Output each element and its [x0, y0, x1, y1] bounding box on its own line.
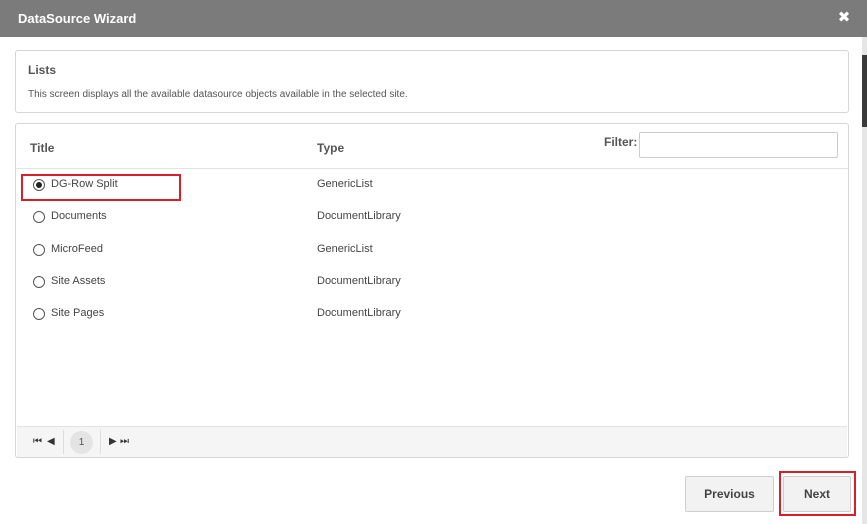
radio-button[interactable]	[33, 211, 45, 223]
selection-highlight-box	[21, 174, 181, 201]
pager-divider	[63, 430, 64, 454]
radio-button[interactable]	[33, 276, 45, 288]
dialog-titlebar: DataSource Wizard ✖	[0, 0, 867, 37]
datasource-list-panel: Title Type Filter: DG-Row Split GenericL…	[15, 123, 849, 458]
radio-button[interactable]	[33, 308, 45, 320]
filter-input[interactable]	[639, 132, 838, 158]
pager-divider	[100, 430, 101, 454]
list-item-title: Site Pages	[51, 307, 105, 319]
close-icon[interactable]: ✖	[836, 9, 852, 27]
list-item[interactable]: Site Assets DocumentLibrary	[16, 268, 848, 296]
list-item-type: DocumentLibrary	[317, 210, 401, 222]
list-header: Title Type Filter:	[16, 124, 848, 169]
filter-label: Filter:	[604, 135, 638, 149]
list-item[interactable]: Site Pages DocumentLibrary	[16, 300, 848, 328]
column-header-type[interactable]: Type	[317, 141, 344, 155]
list-item-type: DocumentLibrary	[317, 307, 401, 319]
next-highlight-box	[779, 471, 856, 516]
info-description: This screen displays all the available d…	[28, 89, 408, 100]
column-header-title[interactable]: Title	[30, 141, 54, 155]
previous-button[interactable]: Previous	[685, 476, 774, 512]
list-item-title: Site Assets	[51, 275, 106, 287]
list-item-type: DocumentLibrary	[317, 275, 401, 287]
list-item-type: GenericList	[317, 243, 373, 255]
radio-button[interactable]	[33, 244, 45, 256]
list-item[interactable]: Documents DocumentLibrary	[16, 203, 848, 231]
prev-page-icon[interactable]: ◀	[47, 434, 55, 450]
scrollbar-thumb[interactable]	[862, 55, 867, 127]
pager: ⏮ ◀ 1 ▶ ⏭	[17, 426, 847, 457]
first-page-icon[interactable]: ⏮	[33, 434, 42, 450]
list-item-title: MicroFeed	[51, 243, 103, 255]
next-page-icon[interactable]: ▶	[109, 434, 117, 450]
list-item-title: Documents	[51, 210, 107, 222]
page-scrollbar[interactable]	[862, 37, 867, 524]
last-page-icon[interactable]: ⏭	[120, 434, 129, 450]
list-item-type: GenericList	[317, 178, 373, 190]
page-number[interactable]: 1	[70, 431, 93, 454]
list-item[interactable]: MicroFeed GenericList	[16, 236, 848, 264]
dialog-title: DataSource Wizard	[18, 11, 137, 26]
info-heading: Lists	[28, 63, 57, 77]
info-panel: Lists This screen displays all the avail…	[15, 50, 849, 113]
